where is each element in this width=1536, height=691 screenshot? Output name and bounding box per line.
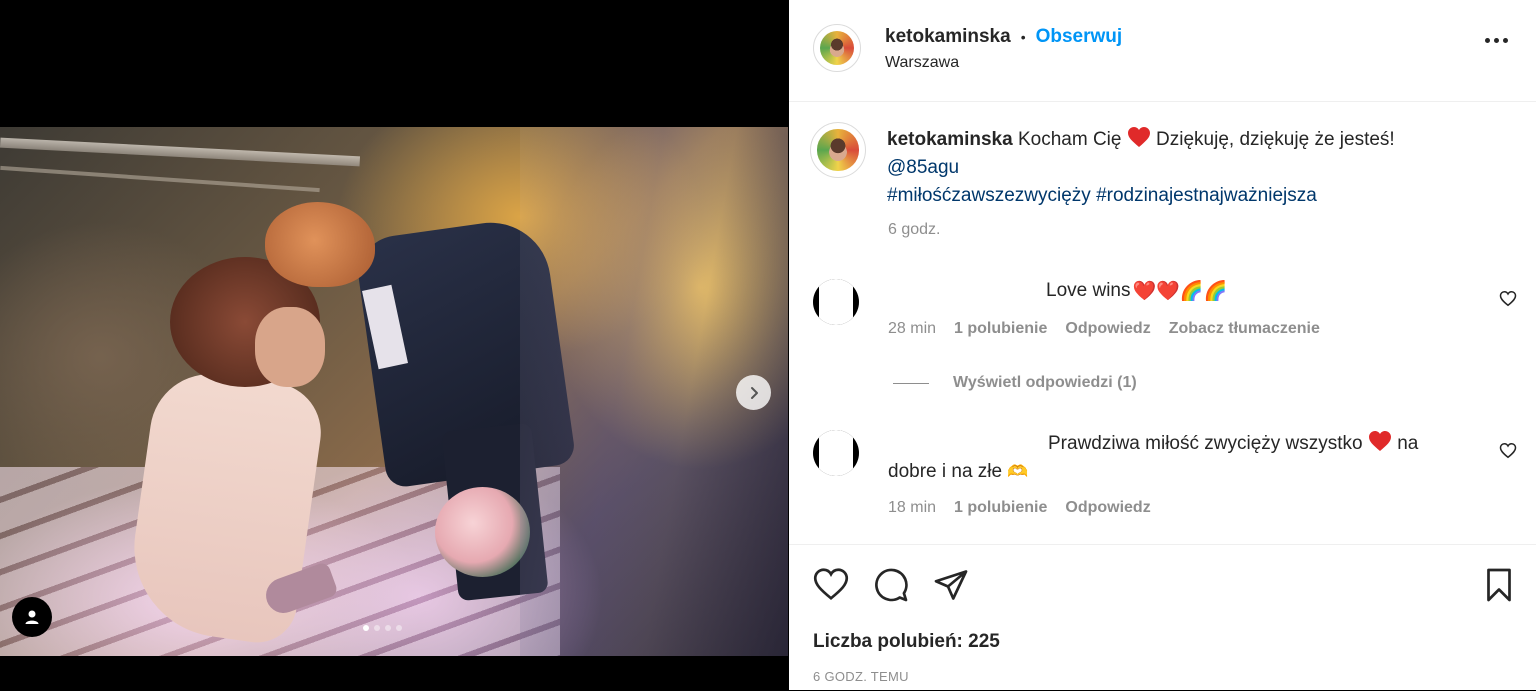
share-button[interactable] bbox=[933, 567, 969, 608]
red-heart-icon bbox=[1127, 127, 1150, 147]
chevron-right-icon bbox=[750, 386, 758, 399]
red-heart-icon bbox=[1368, 431, 1391, 451]
post-side-panel: ketokaminska • Obserwuj Warszawa ketokam… bbox=[789, 0, 1536, 690]
paper-plane-icon bbox=[934, 570, 968, 600]
comment-body: Prawdziwa miłość zwycięży wszystko bbox=[1048, 433, 1363, 454]
caption-username[interactable]: ketokaminska bbox=[887, 129, 1013, 150]
reply-button[interactable]: Odpowiedz bbox=[1065, 499, 1150, 517]
post-location[interactable]: Warszawa bbox=[885, 54, 959, 72]
comment-bubble-icon bbox=[875, 568, 908, 602]
post-header: ketokaminska • Obserwuj Warszawa bbox=[789, 0, 1536, 102]
post-photo bbox=[0, 127, 788, 656]
caption-timestamp[interactable]: 6 godz. bbox=[888, 221, 940, 239]
see-translation-button[interactable]: Zobacz tłumaczenie bbox=[1169, 320, 1320, 338]
comment-body-2: na bbox=[1397, 433, 1419, 454]
more-options-button[interactable] bbox=[1485, 38, 1508, 43]
instagram-post-modal: ketokaminska • Obserwuj Warszawa ketokam… bbox=[0, 0, 1536, 690]
heart-outline-icon bbox=[1499, 442, 1517, 459]
view-replies-button[interactable]: Wyświetl odpowiedzi (1) bbox=[893, 374, 1137, 392]
likes-count[interactable]: Liczba polubień: 225 bbox=[813, 631, 1000, 653]
comment-emoji: 🫶 bbox=[1007, 462, 1029, 481]
replies-divider bbox=[893, 382, 929, 384]
comment-meta: 18 min 1 polubienie Odpowiedz bbox=[888, 499, 1151, 517]
mention-link[interactable]: @85agu bbox=[887, 157, 959, 178]
carousel-dot bbox=[363, 625, 369, 631]
reply-button[interactable]: Odpowiedz bbox=[1065, 320, 1150, 338]
comment-text: Love wins ❤️❤️🌈🌈 bbox=[1046, 279, 1227, 303]
caption-author-avatar[interactable] bbox=[810, 122, 866, 178]
heart-outline-icon bbox=[813, 568, 849, 600]
comment-likes[interactable]: 1 polubienie bbox=[954, 499, 1047, 517]
follow-button[interactable]: Obserwuj bbox=[1036, 26, 1123, 48]
carousel-dot bbox=[396, 625, 402, 631]
comment-button[interactable] bbox=[873, 567, 909, 608]
separator-dot: • bbox=[1020, 29, 1026, 45]
heart-outline-icon bbox=[1499, 290, 1517, 307]
hashtag-link[interactable]: #miłośćzawszezwycięży bbox=[887, 185, 1091, 206]
comment-like-button[interactable] bbox=[1499, 290, 1517, 312]
comment-emoji: ❤️❤️🌈🌈 bbox=[1132, 281, 1228, 302]
like-button[interactable] bbox=[813, 567, 849, 606]
post-media-area bbox=[0, 0, 788, 690]
carousel-indicator bbox=[363, 625, 402, 631]
author-username[interactable]: ketokaminska bbox=[885, 26, 1011, 48]
post-timestamp[interactable]: 6 GODZ. TEMU bbox=[813, 669, 909, 684]
comment-time[interactable]: 18 min bbox=[888, 499, 936, 517]
hashtag-link[interactable]: #rodzinajestnajważniejsza bbox=[1096, 185, 1317, 206]
next-slide-button[interactable] bbox=[736, 375, 771, 410]
author-avatar[interactable] bbox=[813, 24, 861, 72]
comment-likes[interactable]: 1 polubienie bbox=[954, 320, 1047, 338]
post-caption: ketokaminska Kocham Cię Dziękuję, dzięku… bbox=[887, 126, 1487, 210]
view-replies-label: Wyświetl odpowiedzi (1) bbox=[953, 374, 1137, 391]
ellipsis-icon bbox=[1485, 38, 1490, 43]
comment-text: Prawdziwa miłość zwycięży wszystko na do… bbox=[888, 430, 1468, 486]
caption-text: Kocham Cię bbox=[1017, 129, 1122, 150]
tagged-users-button[interactable] bbox=[12, 597, 52, 637]
commenter-avatar[interactable] bbox=[813, 279, 859, 325]
carousel-dot bbox=[374, 625, 380, 631]
comment-like-button[interactable] bbox=[1499, 442, 1517, 464]
commenter-avatar[interactable] bbox=[813, 430, 859, 476]
bookmark-icon bbox=[1487, 568, 1511, 602]
caption-text-2: Dziękuję, dziękuję że jesteś! bbox=[1156, 129, 1395, 150]
save-button[interactable] bbox=[1483, 567, 1515, 608]
comment-time[interactable]: 28 min bbox=[888, 320, 936, 338]
user-icon bbox=[25, 610, 39, 624]
carousel-dot bbox=[385, 625, 391, 631]
post-actions: Liczba polubień: 225 6 GODZ. TEMU bbox=[789, 544, 1536, 691]
comment-meta: 28 min 1 polubienie Odpowiedz Zobacz tłu… bbox=[888, 320, 1320, 338]
comment-body: Love wins bbox=[1046, 280, 1131, 301]
comment-body-3: dobre i na złe bbox=[888, 461, 1003, 482]
